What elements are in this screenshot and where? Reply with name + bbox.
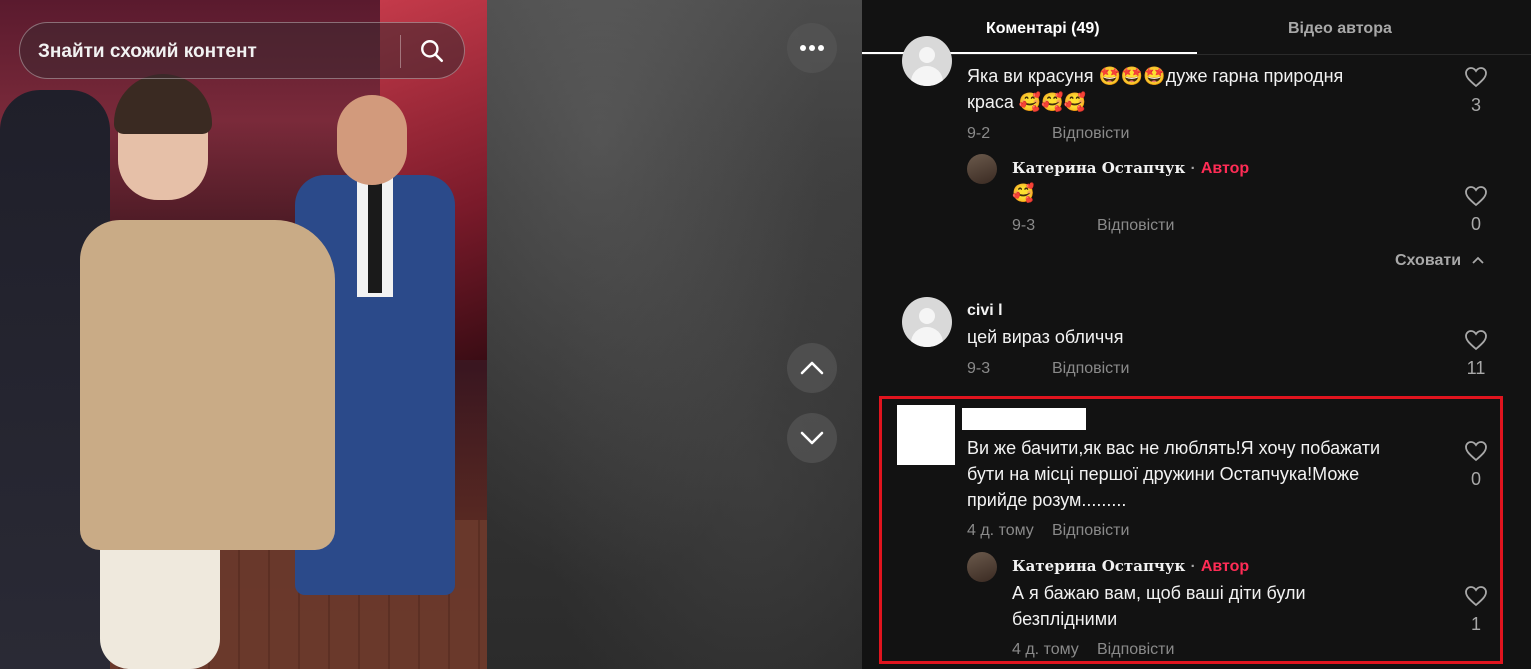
like-count: 3: [1470, 95, 1481, 115]
next-video-button[interactable]: [787, 413, 837, 463]
comment-text: цей вираз обличчя: [967, 327, 1124, 347]
hide-replies-button[interactable]: Сховати: [1395, 252, 1485, 270]
author-badge: Автор: [1200, 160, 1250, 177]
avatar[interactable]: [902, 297, 952, 347]
comment-username[interactable]: civi l: [967, 302, 1003, 320]
like-count: 11: [1466, 358, 1486, 378]
like-button[interactable]: 11: [1462, 329, 1490, 379]
reply-author[interactable]: Катерина Остапчук · Автор: [1012, 159, 1249, 178]
similar-content-search[interactable]: Знайти схожий контент: [19, 22, 465, 79]
hide-replies-label: Сховати: [1395, 252, 1462, 269]
comment-text-line: краса 🥰🥰🥰: [967, 92, 1087, 112]
search-button[interactable]: [412, 31, 452, 71]
reply-text: 🥰: [1012, 183, 1035, 203]
reply-button[interactable]: Відповісти: [1052, 360, 1129, 378]
heart-icon: [1465, 67, 1487, 88]
reply-button[interactable]: Відповісти: [1052, 125, 1129, 143]
comment-text-line: Яка ви красуня 🤩🤩🤩дуже гарна природня: [967, 66, 1344, 86]
comment-date: 9-3: [967, 360, 991, 377]
search-placeholder: Знайти схожий контент: [38, 41, 257, 62]
video-area: Знайти схожий контент: [0, 0, 862, 669]
video-person: [80, 74, 340, 669]
author-avatar[interactable]: [967, 154, 997, 184]
reply-date: 9-3: [1012, 217, 1036, 234]
reply-button[interactable]: Відповісти: [1097, 217, 1174, 235]
more-horizontal-icon: [800, 45, 824, 51]
like-count: 0: [1470, 214, 1481, 234]
video-blurred-background: [487, 0, 862, 669]
author-name: Катерина Остапчук: [1012, 159, 1186, 177]
video-frame[interactable]: [0, 0, 487, 669]
heart-icon: [1465, 330, 1487, 351]
comment-text: Яка ви красуня 🤩🤩🤩дуже гарна природня кр…: [967, 63, 1343, 115]
more-options-button[interactable]: [787, 23, 837, 73]
search-icon: [421, 40, 444, 63]
heart-icon: [1465, 186, 1487, 207]
separator: ·: [1190, 160, 1196, 177]
highlight-annotation-box: [879, 396, 1503, 664]
like-button[interactable]: 0: [1462, 185, 1490, 235]
chevron-up-icon: [1472, 256, 1485, 264]
tab-comments[interactable]: Коментарі (49): [986, 20, 1100, 38]
tab-author-videos[interactable]: Відео автора: [1288, 20, 1392, 38]
previous-video-button[interactable]: [787, 343, 837, 393]
search-divider: [400, 35, 401, 68]
comment-date: 9-2: [967, 125, 991, 142]
chevron-down-icon: [800, 431, 824, 445]
panel-tabs: Коментарі (49) Відео автора: [862, 0, 1531, 55]
avatar[interactable]: [902, 36, 952, 86]
like-button[interactable]: 3: [1462, 66, 1490, 116]
chevron-up-icon: [800, 361, 824, 375]
comments-panel: Коментарі (49) Відео автора Яка ви красу…: [862, 0, 1531, 669]
